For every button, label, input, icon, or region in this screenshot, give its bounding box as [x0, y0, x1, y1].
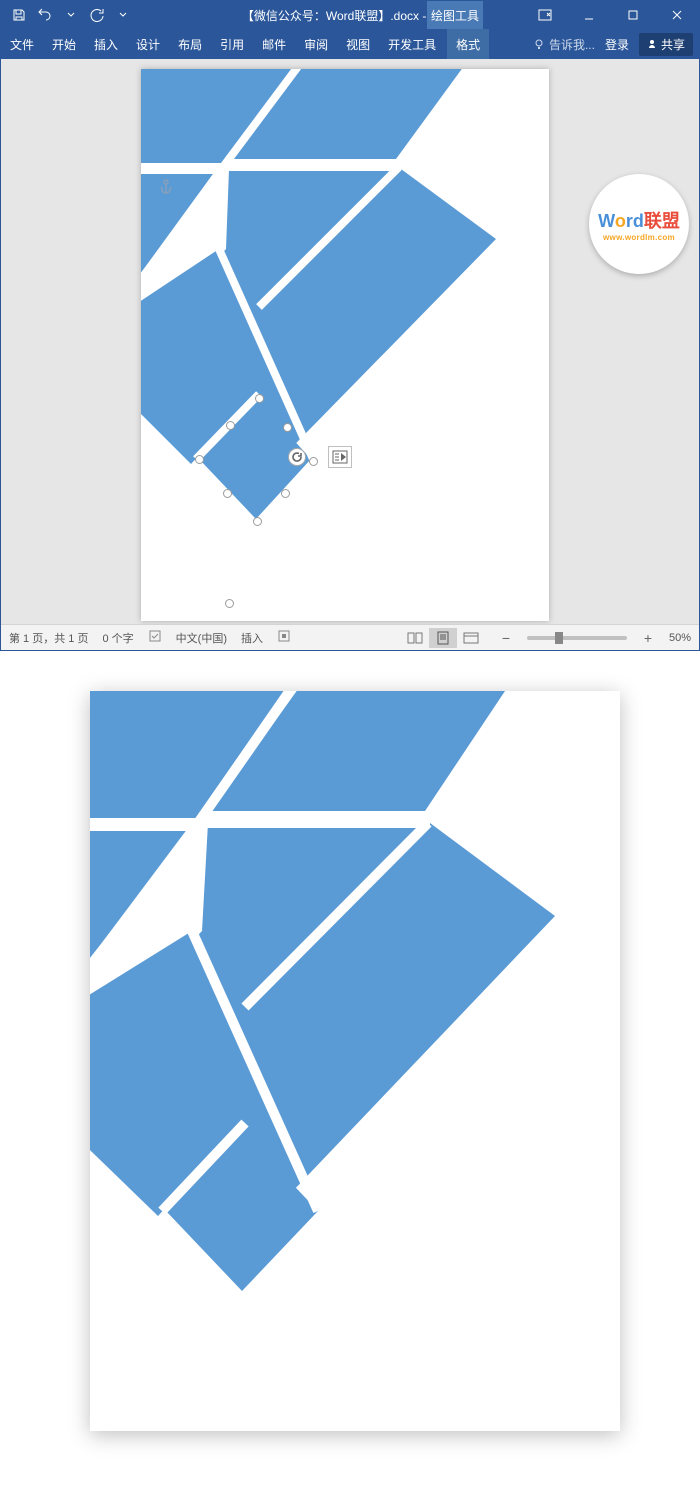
undo-dropdown[interactable] [59, 3, 83, 27]
tab-references[interactable]: 引用 [211, 29, 253, 59]
minimize-button[interactable] [567, 1, 611, 29]
resize-handle-w[interactable] [195, 455, 204, 464]
resize-handle-nw[interactable] [226, 421, 235, 430]
zoom-level[interactable]: 50% [669, 632, 691, 644]
document-page[interactable] [141, 69, 549, 621]
close-icon [671, 9, 683, 21]
close-button[interactable] [655, 1, 699, 29]
tab-mailings[interactable]: 邮件 [253, 29, 295, 59]
shape-composition-large [90, 691, 620, 1431]
word-app-window: 【微信公众号：Word联盟】.docx - Word 绘图工具 文件 开始 插入… [0, 0, 700, 651]
tab-layout[interactable]: 布局 [169, 29, 211, 59]
tab-design[interactable]: 设计 [127, 29, 169, 59]
restore-button[interactable] [611, 1, 655, 29]
qat-customize[interactable] [111, 3, 135, 27]
tab-view[interactable]: 视图 [337, 29, 379, 59]
shape-composition [141, 69, 549, 621]
share-label: 共享 [661, 36, 685, 53]
quick-access-toolbar [1, 3, 141, 27]
view-read-mode[interactable] [401, 628, 429, 648]
enlarged-page [90, 691, 620, 1431]
resize-handle-e[interactable] [309, 457, 318, 466]
status-insert-mode[interactable]: 插入 [241, 630, 263, 646]
enlarged-preview-wrap [0, 651, 700, 1471]
status-word-count[interactable]: 0 个字 [102, 630, 133, 646]
view-mode-buttons [401, 628, 485, 648]
logo-line1: Word联盟 [598, 207, 680, 233]
restore-icon [627, 9, 639, 21]
anchor-icon [159, 179, 173, 200]
status-language[interactable]: 中文(中国) [176, 630, 227, 646]
rotate-icon [291, 451, 303, 463]
share-button[interactable]: 共享 [639, 33, 693, 56]
ribbon-options-icon [538, 9, 552, 21]
zoom-slider[interactable] [527, 636, 627, 640]
zoom-slider-thumb[interactable] [555, 632, 563, 644]
tab-insert[interactable]: 插入 [85, 29, 127, 59]
resize-handle-extra[interactable] [225, 599, 234, 608]
resize-handle-n[interactable] [255, 394, 264, 403]
resize-handle-ne[interactable] [283, 423, 292, 432]
resize-handle-s[interactable] [253, 517, 262, 526]
window-controls [523, 1, 699, 29]
save-icon [12, 8, 26, 22]
contextual-tab-group-drawing: 绘图工具 [427, 1, 483, 29]
logo-line2: www.wordlm.com [603, 233, 675, 242]
redo-button[interactable] [85, 3, 109, 27]
tab-developer[interactable]: 开发工具 [379, 29, 445, 59]
status-page[interactable]: 第 1 页，共 1 页 [9, 630, 88, 646]
tab-home[interactable]: 开始 [43, 29, 85, 59]
rotate-handle[interactable] [288, 448, 306, 466]
tab-file[interactable]: 文件 [1, 29, 43, 59]
status-macro-icon[interactable] [277, 629, 291, 646]
ribbon-display-options-button[interactable] [523, 1, 567, 29]
lightbulb-icon [533, 38, 545, 50]
titlebar: 【微信公众号：Word联盟】.docx - Word 绘图工具 [1, 1, 699, 29]
chevron-down-icon [119, 11, 127, 19]
status-bar: 第 1 页，共 1 页 0 个字 中文(中国) 插入 − + 50% [1, 624, 699, 650]
tab-format[interactable]: 格式 [447, 29, 489, 59]
layout-options-icon [332, 450, 348, 464]
resize-handle-se[interactable] [281, 489, 290, 498]
layout-options-button[interactable] [328, 446, 352, 468]
tab-review[interactable]: 审阅 [295, 29, 337, 59]
logo-watermark: Word联盟 www.wordlm.com [589, 174, 689, 274]
save-button[interactable] [7, 3, 31, 27]
status-spellcheck-icon[interactable] [148, 629, 162, 646]
share-icon [647, 39, 657, 49]
zoom-out-button[interactable]: − [499, 630, 513, 646]
view-print-layout[interactable] [429, 628, 457, 648]
tell-me-label: 告诉我... [549, 36, 595, 53]
tell-me-search[interactable]: 告诉我... [533, 36, 595, 53]
chevron-down-icon [67, 11, 75, 19]
ribbon-tabs: 文件 开始 插入 设计 布局 引用 邮件 审阅 视图 开发工具 格式 告诉我..… [1, 29, 699, 59]
resize-handle-sw[interactable] [223, 489, 232, 498]
view-web-layout[interactable] [457, 628, 485, 648]
sign-in-link[interactable]: 登录 [605, 36, 629, 53]
zoom-in-button[interactable]: + [641, 630, 655, 646]
redo-icon [90, 8, 104, 22]
minimize-icon [583, 9, 595, 21]
document-area[interactable]: Word联盟 www.wordlm.com [1, 59, 699, 624]
undo-button[interactable] [33, 3, 57, 27]
undo-icon [38, 8, 52, 22]
